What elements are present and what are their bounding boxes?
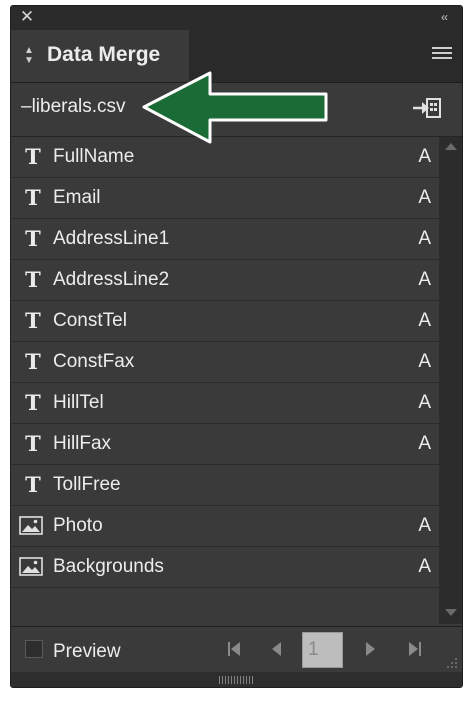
field-badge: A <box>418 556 431 577</box>
field-badge: A <box>418 433 431 454</box>
list-item[interactable]: T AddressLine1 A <box>11 219 439 260</box>
field-label: Backgrounds <box>53 556 164 577</box>
double-chevron-left-icon[interactable]: ‹‹ <box>434 7 454 27</box>
panel-top-bar: ✕ ‹‹ <box>11 6 462 28</box>
resize-grip-icon[interactable] <box>446 656 458 668</box>
tab-expand-chevron-icon[interactable]: ▲ ▼ <box>23 46 35 66</box>
data-source-filename: –liberals.csv <box>21 96 126 117</box>
list-item[interactable]: T HillTel A <box>11 383 439 424</box>
text-field-icon: T <box>25 185 41 210</box>
list-item[interactable]: T Email A <box>11 178 439 219</box>
field-label: AddressLine2 <box>53 269 170 290</box>
hamburger-menu-icon[interactable] <box>432 47 452 63</box>
scroll-up-arrow-icon[interactable] <box>445 143 457 150</box>
text-field-icon: T <box>25 226 41 251</box>
field-label: Photo <box>53 515 103 536</box>
list-item[interactable]: Photo A <box>11 506 439 547</box>
field-label: Email <box>53 187 101 208</box>
list-item[interactable]: Backgrounds A <box>11 547 439 588</box>
vertical-scrollbar[interactable] <box>439 137 462 624</box>
text-field-icon: T <box>25 144 41 169</box>
field-label: FullName <box>53 146 135 167</box>
import-data-icon[interactable] <box>412 97 442 119</box>
field-badge: A <box>418 187 431 208</box>
field-badge: A <box>418 146 431 167</box>
last-record-button[interactable] <box>401 635 429 663</box>
panel-drag-handle[interactable] <box>11 672 462 687</box>
field-badge: A <box>418 269 431 290</box>
preview-label: Preview <box>53 641 121 662</box>
field-badge: A <box>418 228 431 249</box>
list-item[interactable]: T ConstFax A <box>11 342 439 383</box>
next-record-button[interactable] <box>356 635 384 663</box>
image-field-icon <box>19 557 43 576</box>
first-record-button[interactable] <box>220 635 248 663</box>
text-field-icon: T <box>25 308 41 333</box>
text-field-icon: T <box>25 349 41 374</box>
record-number-input[interactable]: 1 <box>302 632 343 668</box>
drag-handle-icon[interactable] <box>219 676 255 684</box>
close-icon[interactable]: ✕ <box>17 7 37 27</box>
field-label: TollFree <box>53 474 121 495</box>
scroll-down-arrow-icon[interactable] <box>445 609 457 616</box>
field-label: ConstTel <box>53 310 127 331</box>
text-field-icon: T <box>25 267 41 292</box>
list-item[interactable]: T TollFree <box>11 465 439 506</box>
text-field-icon: T <box>25 431 41 456</box>
field-label: HillTel <box>53 392 104 413</box>
list-item[interactable]: T ConstTel A <box>11 301 439 342</box>
previous-record-button[interactable] <box>263 635 291 663</box>
preview-checkbox[interactable] <box>25 640 43 658</box>
image-field-icon <box>19 516 43 535</box>
field-list: T FullName A T Email A T AddressLine1 A … <box>11 137 439 624</box>
panel-footer: Preview 1 <box>11 626 462 672</box>
panel-title: Data Merge <box>47 43 161 66</box>
pointer-arrow-annotation <box>140 70 330 148</box>
field-badge: A <box>418 310 431 331</box>
list-item[interactable]: T HillFax A <box>11 424 439 465</box>
field-label: HillFax <box>53 433 112 454</box>
field-label: AddressLine1 <box>53 228 170 249</box>
text-field-icon: T <box>25 390 41 415</box>
list-item[interactable]: T AddressLine2 A <box>11 260 439 301</box>
field-label: ConstFax <box>53 351 135 372</box>
field-badge: A <box>418 515 431 536</box>
text-field-icon: T <box>25 472 41 497</box>
field-badge: A <box>418 392 431 413</box>
field-badge: A <box>418 351 431 372</box>
